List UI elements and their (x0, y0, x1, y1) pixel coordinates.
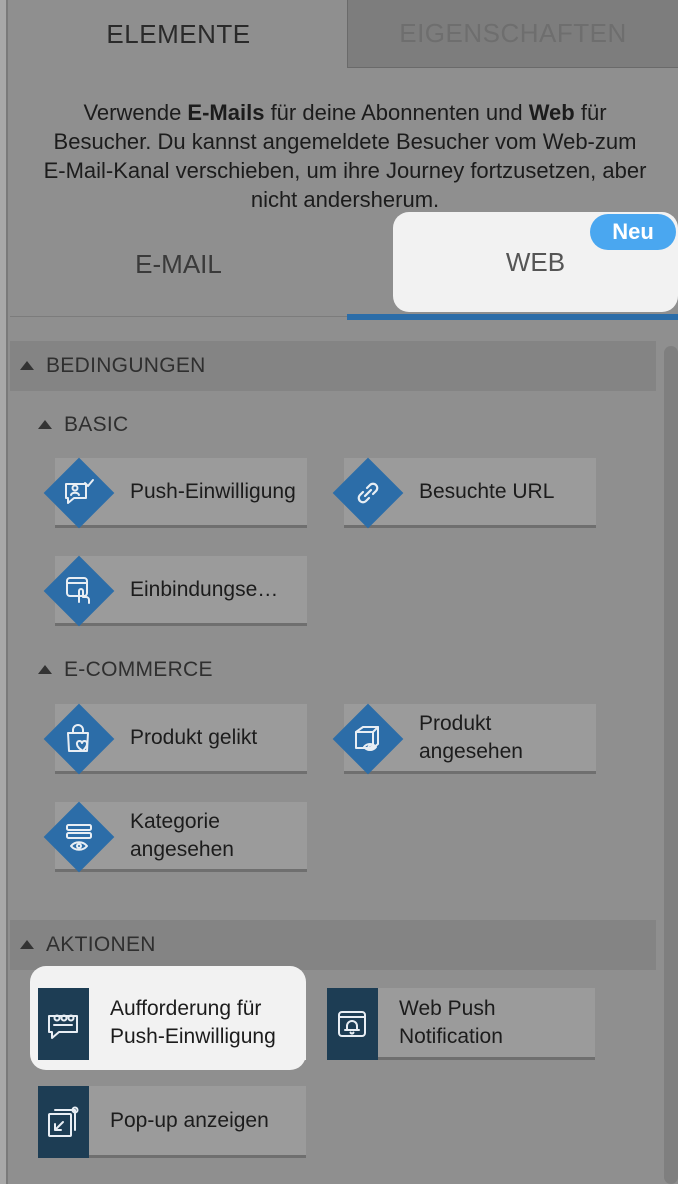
panel-left-border (0, 0, 8, 1184)
scrollbar[interactable] (664, 346, 678, 1184)
collapse-triangle-icon (38, 419, 52, 429)
tab-elements[interactable]: ELEMENTE (10, 0, 347, 68)
card-label: Produkt gelikt (130, 725, 258, 749)
collapse-triangle-icon (20, 360, 34, 370)
collapse-triangle-icon (20, 939, 34, 949)
card-label: Aufforderung für Push-Einwilligung (110, 996, 276, 1048)
action-card-web-push[interactable]: Web Push Notification (327, 988, 595, 1060)
section-header-actions[interactable]: AKTIONEN (10, 920, 656, 970)
subsection-header-ecommerce[interactable]: E-COMMERCE (38, 658, 213, 682)
action-card-push-prompt[interactable]: Aufforderung für Push-Einwilligung (38, 988, 306, 1060)
card-label: Produkt angesehen (419, 711, 523, 763)
section-title: AKTIONEN (46, 933, 156, 956)
card-label: Kategorie angesehen (130, 809, 234, 861)
intro-email-bold: E-Mails (187, 100, 265, 125)
intro-web-bold: Web (528, 100, 575, 125)
condition-card-engagement[interactable]: Einbindungse… (43, 555, 307, 627)
card-label: Besuchte URL (419, 479, 555, 503)
condition-card-category-viewed[interactable]: Kategorie angesehen (43, 801, 307, 873)
card-label: Web Push Notification (399, 996, 503, 1048)
subsection-title: E-COMMERCE (64, 658, 213, 681)
channel-tab-email[interactable]: E-MAIL (10, 228, 347, 300)
condition-card-visited-url[interactable]: Besuchte URL (332, 457, 596, 529)
popup-icon (38, 1086, 89, 1158)
bag-heart-icon (41, 701, 117, 777)
intro-text-part: für deine Abonnenten und (264, 100, 529, 125)
bell-window-icon (327, 988, 378, 1060)
condition-card-product-viewed[interactable]: Produkt angesehen (332, 703, 596, 775)
subsection-title: BASIC (64, 413, 129, 436)
tap-window-icon (41, 553, 117, 629)
section-title: BEDINGUNGEN (46, 354, 206, 377)
card-label: Pop-up anzeigen (110, 1108, 269, 1132)
list-eye-icon (41, 799, 117, 875)
collapse-triangle-icon (38, 664, 52, 674)
card-label: Einbindungse… (130, 577, 279, 601)
push-prompt-icon (38, 988, 89, 1060)
new-badge: Neu (590, 214, 676, 250)
channel-intro-text: Verwende E-Mails für deine Abonnenten un… (40, 98, 650, 214)
tab-properties[interactable]: EIGENSCHAFTEN (347, 0, 678, 68)
card-label: Push-Einwilligung (130, 479, 296, 503)
link-icon (330, 455, 406, 531)
channel-tab-active-indicator (347, 314, 678, 320)
intro-text-part: Verwende (83, 100, 188, 125)
condition-card-product-liked[interactable]: Produkt gelikt (43, 703, 307, 775)
chat-check-icon (41, 455, 117, 531)
box-eye-icon (330, 701, 406, 777)
section-header-conditions[interactable]: BEDINGUNGEN (10, 341, 656, 391)
subsection-header-basic[interactable]: BASIC (38, 413, 129, 437)
condition-card-push-consent[interactable]: Push-Einwilligung (43, 457, 307, 529)
action-card-show-popup[interactable]: Pop-up anzeigen (38, 1086, 306, 1158)
